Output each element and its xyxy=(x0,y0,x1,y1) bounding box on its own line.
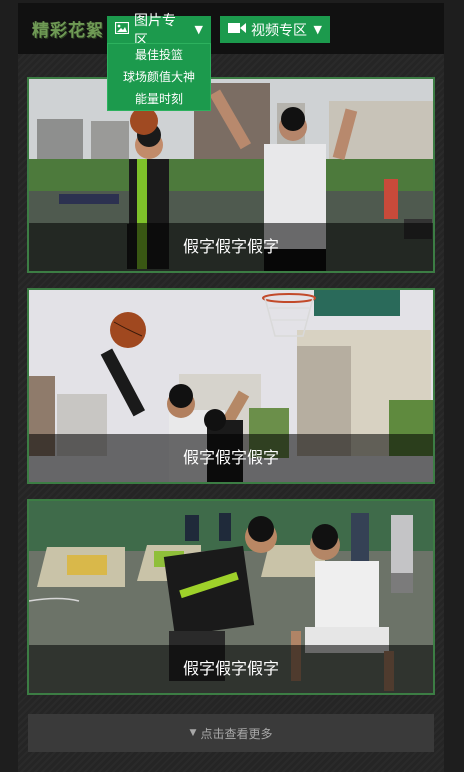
dropdown-item-best-shot[interactable]: 最佳投篮 xyxy=(108,44,210,66)
gallery-card[interactable]: 假字假字假字 xyxy=(27,288,435,484)
video-camera-icon xyxy=(228,22,246,38)
dropdown-item-court-stars[interactable]: 球场颜值大神 xyxy=(108,66,210,88)
caret-down-icon: ▼ xyxy=(194,23,203,36)
load-more-button[interactable]: ▼ 点击查看更多 xyxy=(28,714,434,752)
video-section-label: 视频专区 xyxy=(251,22,307,39)
photo-section-button[interactable]: 图片专区 ▼ xyxy=(107,13,211,49)
gallery-card[interactable]: 假字假字假字 xyxy=(27,499,435,695)
video-section-button[interactable]: 视频专区 ▼ xyxy=(220,16,330,43)
top-navigation-bar: 精彩花絮 图片专区 ▼ 视频专区 ▼ xyxy=(18,3,444,54)
card-caption: 假字假字假字 xyxy=(29,645,433,693)
triangle-down-icon: ▼ xyxy=(189,728,197,738)
dropdown-item-energy-moment[interactable]: 能量时刻 xyxy=(108,88,210,110)
load-more-label: 点击查看更多 xyxy=(200,726,273,741)
site-logo[interactable]: 精彩花絮 xyxy=(32,16,104,41)
card-caption: 假字假字假字 xyxy=(29,223,433,271)
gallery-card[interactable]: 假字假字假字 xyxy=(27,77,435,273)
photo-section-dropdown: 最佳投篮 球场颜值大神 能量时刻 xyxy=(107,43,211,111)
caret-down-icon: ▼ xyxy=(313,23,322,36)
card-caption: 假字假字假字 xyxy=(29,434,433,482)
page-frame: 精彩花絮 图片专区 ▼ 视频专区 ▼ 假字假字假字 假字假字假字 假字假字假字 … xyxy=(18,3,444,772)
image-icon xyxy=(114,21,130,38)
